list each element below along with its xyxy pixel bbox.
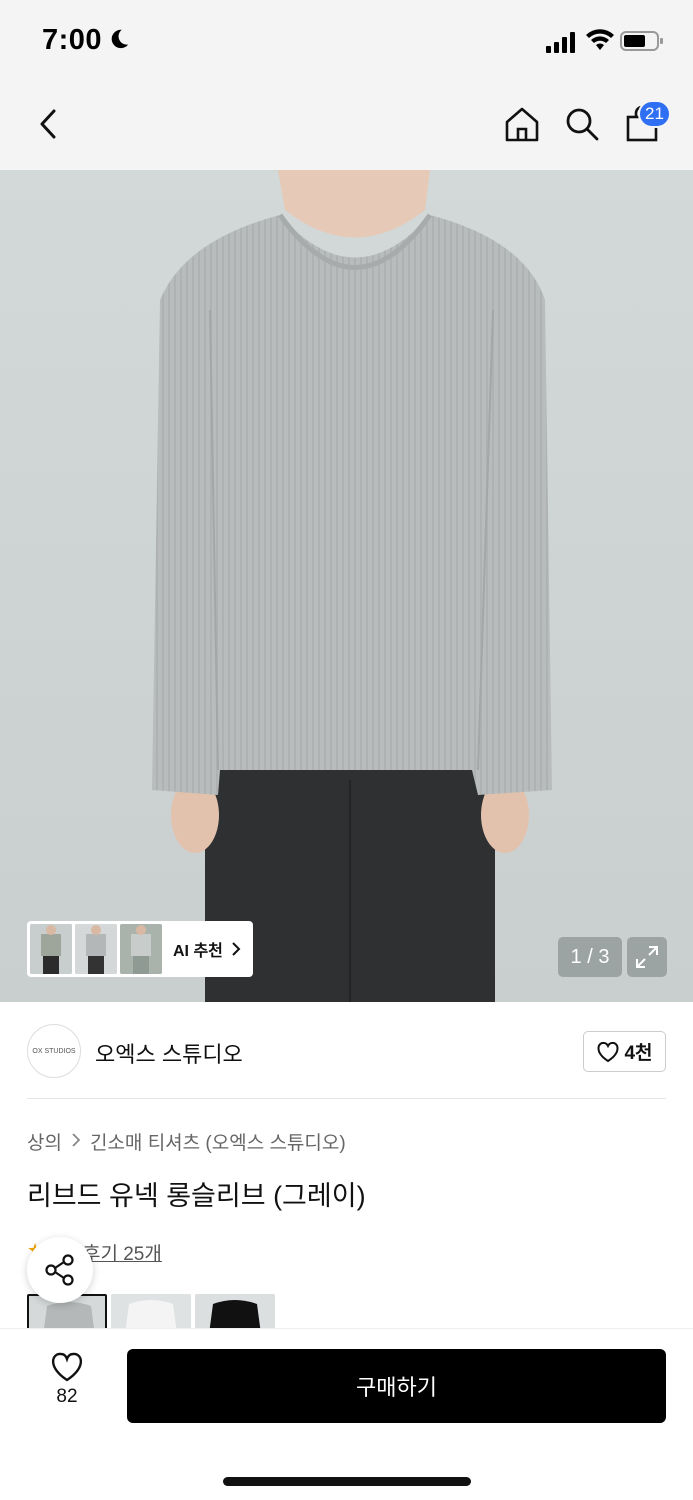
heart-icon	[51, 1352, 83, 1382]
wishlist-count: 82	[56, 1386, 78, 1407]
product-photo	[152, 170, 552, 1002]
chevron-left-icon	[40, 109, 56, 139]
home-indicator	[223, 1477, 471, 1486]
back-button[interactable]	[26, 102, 70, 146]
breadcrumb-item[interactable]: 상의	[27, 1128, 62, 1155]
home-icon	[505, 107, 539, 142]
chevron-right-icon	[72, 1131, 81, 1153]
color-option-white[interactable]	[111, 1294, 191, 1328]
ai-recommend-label: AI 추천	[173, 943, 223, 960]
heart-icon	[597, 1041, 619, 1062]
brand-logo[interactable]: OX STUDIOS	[27, 1024, 81, 1078]
status-time: 7:00	[42, 24, 103, 56]
home-button[interactable]	[500, 102, 544, 146]
status-bar: 7:00	[0, 0, 693, 84]
image-counter: 1 / 3	[558, 937, 622, 977]
chevron-right-icon	[232, 942, 241, 956]
search-button[interactable]	[560, 102, 604, 146]
cart-count-badge: 21	[638, 100, 671, 128]
ai-recommend-thumbnail[interactable]	[120, 924, 162, 974]
review-link[interactable]: 후기 25개	[83, 1239, 162, 1266]
search-icon	[566, 108, 599, 141]
cellular-signal-icon	[546, 32, 575, 53]
color-option-black[interactable]	[195, 1294, 275, 1328]
product-title: 리브드 유넥 롱슬리브 (그레이)	[27, 1181, 366, 1211]
expand-icon	[636, 946, 658, 968]
brand-name[interactable]: 오엑스 스튜디오	[95, 1037, 243, 1069]
brand-like-count: 4천	[624, 1043, 653, 1064]
battery-icon	[620, 31, 663, 51]
ai-recommend-thumbnail[interactable]	[30, 924, 72, 974]
moon-icon	[111, 29, 129, 49]
share-button[interactable]	[27, 1237, 93, 1303]
breadcrumb-item[interactable]: 긴소매 티셔츠 (오엑스 스튜디오)	[90, 1128, 346, 1155]
ai-recommend-panel[interactable]: AI 추천	[27, 921, 253, 977]
expand-image-button[interactable]	[627, 937, 667, 977]
share-icon	[45, 1254, 74, 1286]
buy-button[interactable]: 구매하기	[127, 1349, 666, 1423]
product-image[interactable]	[0, 170, 693, 1002]
ai-recommend-thumbnail[interactable]	[75, 924, 117, 974]
brand-like-button[interactable]: 4천	[583, 1031, 666, 1072]
divider	[27, 1098, 666, 1099]
wishlist-button[interactable]: 82	[34, 1352, 100, 1418]
wifi-icon	[586, 29, 614, 50]
breadcrumb: 상의 긴소매 티셔츠 (오엑스 스튜디오)	[27, 1128, 346, 1155]
top-nav	[0, 84, 693, 170]
